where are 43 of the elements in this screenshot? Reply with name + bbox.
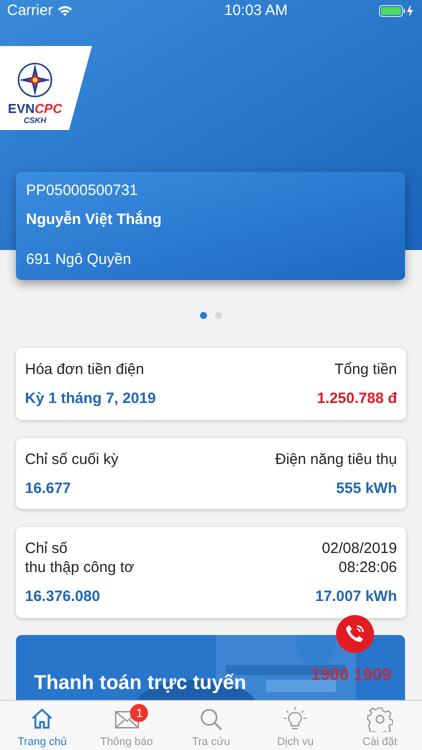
- settings-icon: [366, 707, 393, 732]
- tab-item[interactable]: 1 Thông báo: [84, 701, 169, 750]
- tab-item[interactable]: Trang chủ: [0, 701, 84, 750]
- card-label: Điện năng tiêu thụ: [275, 450, 397, 468]
- card-label: Chỉ số thu thập công tơ: [25, 539, 134, 577]
- card-label: Chỉ số cuối kỳ: [25, 450, 118, 468]
- tab-item[interactable]: Tra cứu: [168, 701, 254, 750]
- brand-left-text: EVN: [8, 101, 35, 116]
- tab-label: Thông báo: [100, 734, 153, 750]
- card-label: 02/08/2019 08:28:06: [322, 539, 397, 577]
- card-value: 555 kWh: [336, 478, 397, 498]
- brand-right-text: CPC: [34, 101, 62, 116]
- card-value: Kỳ 1 tháng 7, 2019: [25, 389, 156, 409]
- account-name: Nguyễn Việt Thắng: [26, 210, 163, 230]
- info-card[interactable]: Chỉ số thu thập công tơ 02/08/2019 08:28:06 16.376.080 17.007 kWh: [16, 527, 406, 618]
- info-card[interactable]: Chỉ số cuối kỳ Điện năng tiêu thụ 16.677 555 kWh: [16, 438, 406, 509]
- tab-item[interactable]: Dịch vụ: [253, 701, 338, 750]
- account-code: PP05000500731: [26, 181, 139, 201]
- account-address: 691 Ngô Quyền: [26, 250, 132, 270]
- star-emblem-icon: [17, 62, 53, 98]
- banner-title: Thanh toán trực tuyến: [34, 671, 246, 696]
- card-value: 17.007 kWh: [315, 587, 397, 607]
- card-value: 1.250.788 đ: [316, 389, 397, 409]
- notification-badge: 1: [130, 704, 148, 722]
- tab-label: Tra cứu: [192, 734, 230, 750]
- clock-label: 10:03 AM: [224, 0, 288, 21]
- phone-icon: [344, 623, 366, 645]
- tab-label: Cài đặt: [362, 734, 398, 750]
- card-value: 16.376.080: [25, 587, 100, 607]
- tab-label: Dịch vụ: [277, 734, 314, 750]
- wifi-icon: [56, 5, 73, 17]
- card-label: Hóa đơn tiền điện: [25, 360, 144, 379]
- card-value: 16.677: [25, 478, 71, 498]
- card-label: Tổng tiền: [334, 360, 397, 379]
- info-card[interactable]: Hóa đơn tiền điện Tổng tiền Kỳ 1 tháng 7, 2019 1.250.788 đ: [16, 348, 406, 420]
- carrier-label: Carrier: [7, 0, 53, 21]
- logo-subtitle: CSKH: [24, 117, 46, 125]
- lightbulb-icon: [282, 707, 308, 732]
- battery-icon: [378, 5, 415, 17]
- tab-label: Trang chủ: [18, 734, 67, 750]
- account-card[interactable]: PP05000500731 Nguyễn Việt Thắng 691 Ngô Quyền: [16, 172, 405, 280]
- tab-item[interactable]: Cài đặt: [338, 701, 422, 750]
- search-icon: [198, 707, 224, 732]
